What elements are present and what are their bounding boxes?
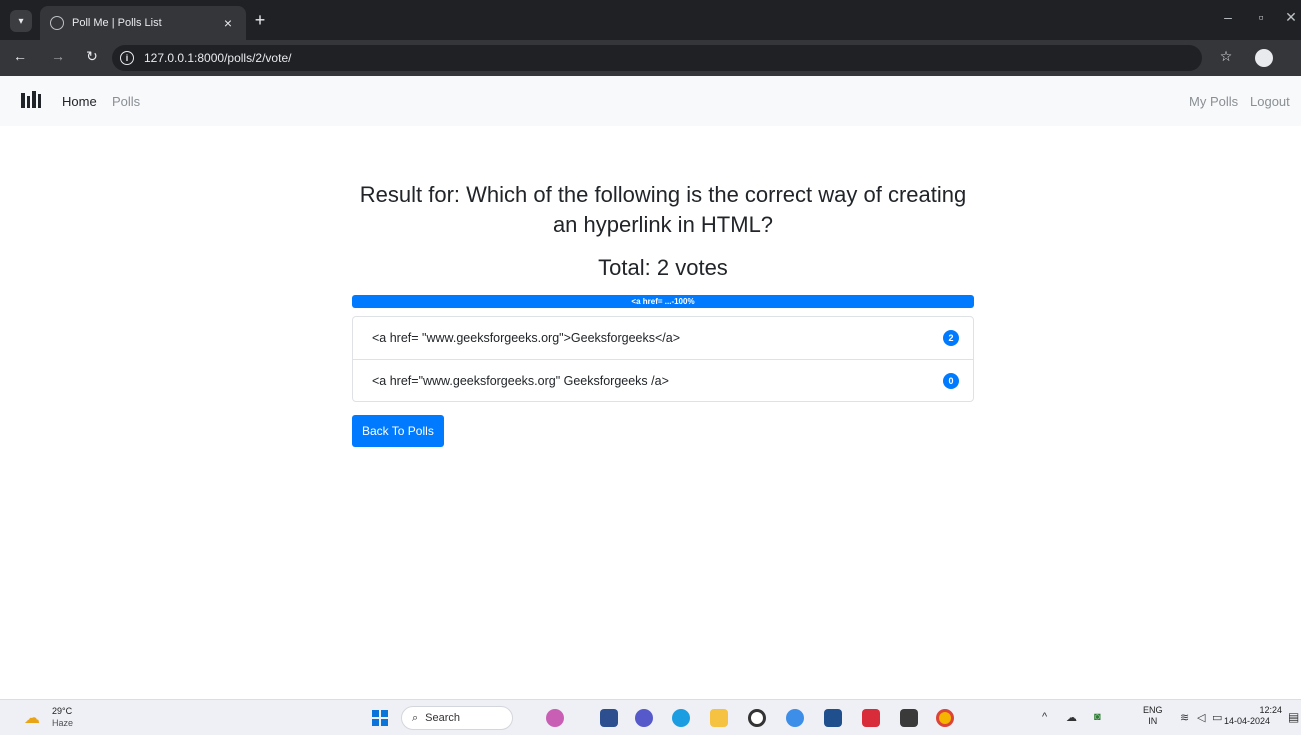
poll-result-container: Result for: Which of the following is th… — [352, 180, 974, 447]
os-taskbar: ☁ 29°C Haze ⌕ Search ^ ☁ ◙ ENG IN ≋ ◁ ▭ … — [0, 699, 1301, 735]
weather-temperature[interactable]: 29°C — [52, 706, 72, 716]
app-store-icon[interactable] — [824, 709, 842, 727]
app-chrome-icon[interactable] — [936, 709, 954, 727]
vote-count-badge: 2 — [943, 330, 959, 346]
bookmark-star-icon[interactable]: ☆ — [1216, 48, 1236, 65]
url-text: 127.0.0.1:8000/polls/2/vote/ — [144, 51, 292, 65]
vote-count-badge: 0 — [943, 372, 959, 389]
tray-game-icon[interactable]: ◙ — [1094, 711, 1101, 723]
taskbar-search[interactable]: ⌕ Search — [401, 706, 513, 730]
app-mcafee-icon[interactable] — [862, 709, 880, 727]
nav-home-link[interactable]: Home — [62, 94, 97, 109]
battery-icon[interactable]: ▭ — [1212, 711, 1222, 724]
lang-code: ENG — [1143, 705, 1163, 715]
clock-time[interactable]: 12:24 — [1246, 704, 1282, 716]
forward-arrow-icon[interactable]: → — [48, 48, 68, 64]
minimize-icon[interactable]: – — [1218, 9, 1238, 25]
choice-text: <a href= "www.geeksforgeeks.org">Geeksfo… — [372, 331, 681, 345]
browser-tabstrip: ▾ Poll Me | Polls List × + – ▫ ✕ — [0, 0, 1301, 40]
windows-start-icon[interactable] — [372, 710, 388, 726]
language-indicator[interactable]: ENG IN — [1143, 705, 1163, 727]
globe-icon — [50, 16, 64, 30]
search-icon: ⌕ — [412, 711, 419, 724]
browser-tab[interactable]: Poll Me | Polls List × — [40, 6, 246, 40]
list-item: <a href= "www.geeksforgeeks.org">Geeksfo… — [353, 317, 973, 359]
tab-title: Poll Me | Polls List — [72, 17, 162, 29]
app-help-icon[interactable] — [786, 709, 804, 727]
clock-date[interactable]: 14-04-2024 — [1224, 716, 1270, 726]
choice-list: <a href= "www.geeksforgeeks.org">Geeksfo… — [352, 316, 974, 402]
notification-icon[interactable]: ▤ — [1288, 710, 1299, 724]
reload-icon[interactable]: ↻ — [82, 48, 102, 65]
wifi-icon[interactable]: ≋ — [1180, 711, 1189, 724]
app-photos-icon[interactable] — [546, 709, 564, 727]
tab-search-icon[interactable]: ▾ — [10, 10, 32, 32]
app-edge-icon[interactable] — [672, 709, 690, 727]
weather-description[interactable]: Haze — [52, 718, 73, 728]
site-navbar: Home Polls My Polls Logout — [0, 76, 1301, 126]
new-tab-icon[interactable]: + — [250, 9, 270, 31]
back-to-polls-button[interactable]: Back To Polls — [352, 415, 444, 447]
app-teams-icon[interactable] — [635, 709, 653, 727]
choice-text: <a href="www.geeksforgeeks.org" Geeksfor… — [372, 373, 669, 388]
taskbar-search-label: Search — [425, 712, 461, 724]
nav-logout-link[interactable]: Logout — [1250, 94, 1290, 109]
window-close-icon[interactable]: ✕ — [1281, 9, 1301, 26]
address-bar[interactable]: i 127.0.0.1:8000/polls/2/vote/ — [112, 45, 1202, 71]
tray-chevron-up-icon[interactable]: ^ — [1042, 711, 1047, 723]
vote-progress-bar: <a href= ...-100% — [352, 295, 974, 308]
nav-my-polls-link[interactable]: My Polls — [1189, 94, 1238, 109]
nav-polls-link[interactable]: Polls — [112, 94, 140, 109]
page-title: Result for: Which of the following is th… — [359, 182, 967, 237]
close-icon[interactable]: × — [220, 15, 236, 31]
app-window-icon[interactable] — [600, 709, 618, 727]
lang-region: IN — [1148, 716, 1158, 726]
browser-toolbar: ← → ↻ i 127.0.0.1:8000/polls/2/vote/ ☆ — [0, 40, 1301, 76]
total-votes: Total: 2 votes — [598, 255, 728, 280]
volume-icon[interactable]: ◁ — [1197, 711, 1205, 724]
app-file-explorer-icon[interactable] — [710, 709, 728, 727]
site-info-icon[interactable]: i — [120, 51, 134, 65]
vote-progress: <a href= ...-100% — [352, 295, 974, 308]
weather-haze-icon[interactable]: ☁ — [24, 708, 40, 728]
list-item: <a href="www.geeksforgeeks.org" Geeksfor… — [353, 359, 973, 401]
restore-icon[interactable]: ▫ — [1251, 9, 1271, 25]
app-terminal-icon[interactable] — [900, 709, 918, 727]
brand-logo-icon[interactable] — [20, 90, 42, 110]
profile-avatar-icon[interactable] — [1255, 49, 1273, 67]
app-circle-icon[interactable] — [748, 709, 766, 727]
back-arrow-icon[interactable]: ← — [10, 48, 30, 64]
tray-onedrive-icon[interactable]: ☁ — [1066, 711, 1077, 724]
